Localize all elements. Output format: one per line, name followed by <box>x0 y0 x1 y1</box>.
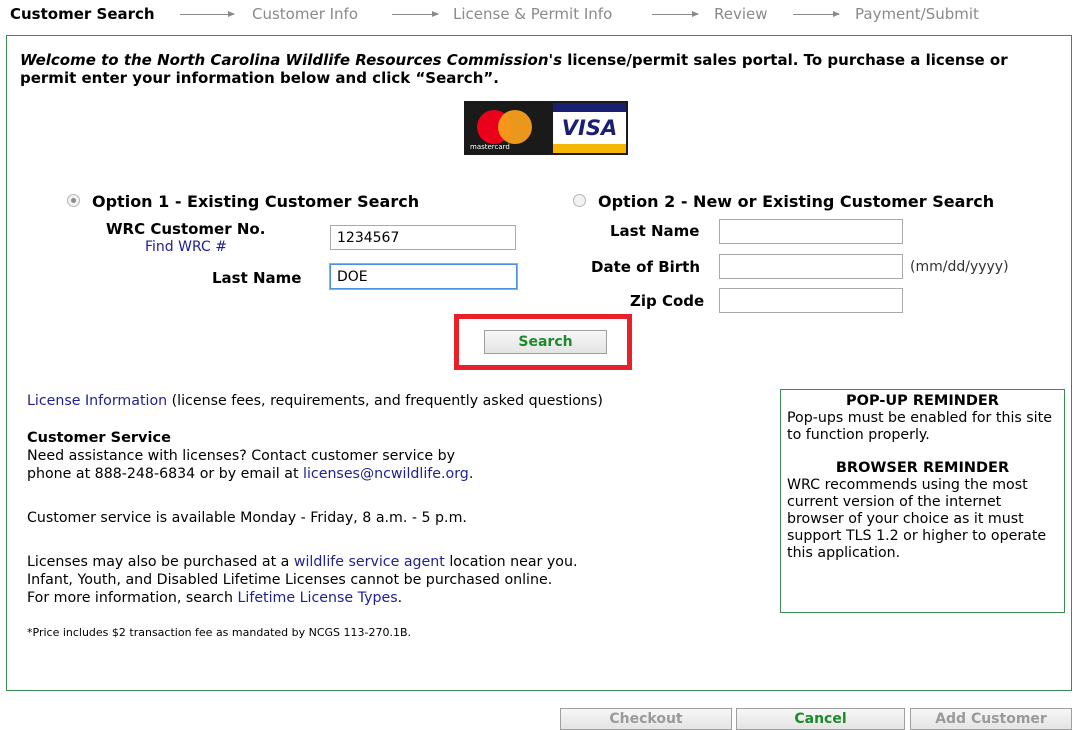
lifetime-line: Infant, Youth, and Disabled Lifetime Lic… <box>27 572 553 588</box>
arrow-icon <box>793 11 840 17</box>
visa-bottom-band <box>553 144 626 153</box>
visa-logo: VISA <box>551 101 628 155</box>
agent-pre: Licenses may also be purchased at a <box>27 554 294 570</box>
option2-last-name-input[interactable] <box>719 219 903 244</box>
more-info-line: For more information, search Lifetime Li… <box>27 589 402 607</box>
browser-reminder-title: BROWSER REMINDER <box>835 460 1010 476</box>
visa-top-band <box>553 103 626 112</box>
option2-title: Option 2 - New or Existing Customer Sear… <box>598 192 995 211</box>
arrow-icon <box>392 11 439 17</box>
license-info-desc: (license fees, requirements, and frequen… <box>167 393 603 409</box>
browser-reminder-text: WRC recommends using the most current ve… <box>787 477 1047 561</box>
cs-period: . <box>468 466 474 482</box>
customer-no-input[interactable] <box>330 225 516 250</box>
customer-no-label: WRC Customer No. <box>106 220 266 238</box>
checkout-button[interactable]: Checkout <box>560 708 732 730</box>
visa-logo-text: VISA <box>561 116 618 140</box>
popup-reminder-text: Pop-ups must be enabled for this site to… <box>787 410 1052 443</box>
license-info-link[interactable]: License Information <box>27 393 167 409</box>
step-license-permit-info: License & Permit Info <box>453 5 613 23</box>
welcome-text: Welcome to the North Carolina Wildlife R… <box>20 51 1060 87</box>
customer-service-title: Customer Service <box>27 429 171 447</box>
customer-service-line2: phone at 888-248-6834 or by email at lic… <box>27 465 473 483</box>
agent-post: location near you. <box>444 554 578 570</box>
arrow-icon <box>180 11 235 17</box>
step-customer-search: Customer Search <box>10 5 155 23</box>
zip-input[interactable] <box>719 288 903 313</box>
service-hours: Customer service is available Monday - F… <box>27 510 467 526</box>
mastercard-yellow-circle <box>498 110 532 144</box>
find-wrc-link[interactable]: Find WRC # <box>145 239 227 255</box>
agent-line: Licenses may also be purchased at a wild… <box>27 553 577 571</box>
option1-last-name-input[interactable] <box>330 264 517 289</box>
dob-input[interactable] <box>719 254 903 279</box>
dob-hint: (mm/dd/yyyy) <box>910 259 1009 275</box>
option1-title: Option 1 - Existing Customer Search <box>92 192 420 211</box>
popup-reminder-title: POP-UP REMINDER <box>846 393 999 409</box>
search-button[interactable]: Search <box>484 330 607 354</box>
zip-label: Zip Code <box>630 292 705 310</box>
license-info-line: License Information (license fees, requi… <box>27 392 603 410</box>
dob-label: Date of Birth <box>591 258 701 276</box>
welcome-italic: Welcome to the North Carolina Wildlife R… <box>20 51 563 69</box>
payment-card-logos: mastercard VISA <box>464 101 628 155</box>
more-post: . <box>397 590 403 606</box>
cancel-button[interactable]: Cancel <box>736 708 905 730</box>
customer-service-line1: Need assistance with licenses? Contact c… <box>27 448 456 464</box>
step-payment-submit: Payment/Submit <box>855 5 979 23</box>
cs-phone-text: phone at 888-248-6834 or by email at <box>27 466 304 482</box>
customer-service-heading: Customer Service <box>27 430 171 446</box>
option2-radio[interactable] <box>573 194 586 207</box>
option2-last-name-label: Last Name <box>610 222 700 240</box>
wildlife-service-agent-link[interactable]: wildlife service agent <box>294 554 445 570</box>
more-pre: For more information, search <box>27 590 238 606</box>
price-footnote: *Price includes $2 transaction fee as ma… <box>27 626 412 639</box>
email-link[interactable]: licenses@ncwildlife.org <box>303 466 469 482</box>
arrow-icon <box>652 11 699 17</box>
option1-radio[interactable] <box>67 194 80 207</box>
option1-last-name-label: Last Name <box>212 269 302 287</box>
step-customer-info: Customer Info <box>252 5 359 23</box>
step-review: Review <box>714 5 768 23</box>
reminder-box: POP-UP REMINDER Pop-ups must be enabled … <box>780 389 1065 613</box>
mastercard-logo-text: mastercard <box>470 143 510 151</box>
lifetime-license-types-link[interactable]: Lifetime License Types <box>237 590 397 606</box>
add-customer-button[interactable]: Add Customer <box>910 708 1072 730</box>
